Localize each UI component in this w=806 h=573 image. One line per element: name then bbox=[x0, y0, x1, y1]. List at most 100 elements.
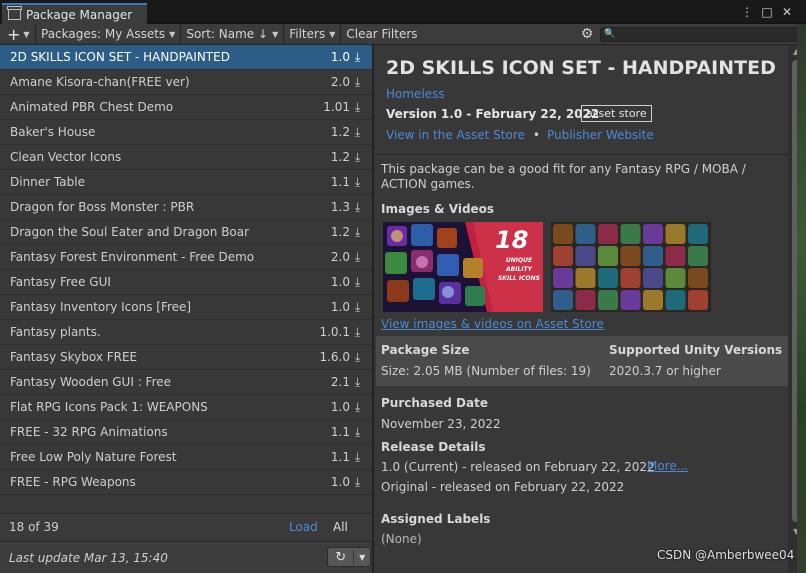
package-row[interactable]: Fantasy Inventory Icons [Free] 1.0 ⤓ bbox=[0, 295, 372, 320]
refresh-icon[interactable]: ↻ bbox=[328, 549, 355, 565]
package-row[interactable]: Fantasy Wooden GUI : Free 2.1 ⤓ bbox=[0, 370, 372, 395]
packages-dropdown[interactable]: Packages: My Assets ▼ bbox=[36, 24, 182, 44]
package-row[interactable]: Fantasy Forest Environment - Free Demo 2.… bbox=[0, 245, 372, 270]
package-row[interactable]: Fantasy Skybox FREE 1.6.0 ⤓ bbox=[0, 345, 372, 370]
package-row[interactable]: Dragon for Boss Monster : PBR 1.3 ⤓ bbox=[0, 195, 372, 220]
package-row[interactable]: Flat RPG Icons Pack 1: WEAPONS 1.0 ⤓ bbox=[0, 395, 372, 420]
detail-links: View in the Asset Store • Publisher Webs… bbox=[386, 128, 654, 142]
sort-dropdown[interactable]: Sort: Name ↓ ▼ bbox=[181, 24, 285, 44]
download-icon[interactable]: ⤓ bbox=[355, 350, 367, 365]
purchased-date-value: November 23, 2022 bbox=[381, 417, 501, 431]
load-button[interactable]: Load bbox=[289, 520, 318, 534]
download-icon[interactable]: ⤓ bbox=[355, 475, 367, 490]
package-list: 2D SKILLS ICON SET - HANDPAINTED 1.0 ⤓ Aman… bbox=[0, 45, 372, 495]
package-name: Fantasy Inventory Icons [Free] bbox=[10, 300, 192, 314]
package-name: Baker's House bbox=[10, 125, 96, 139]
window-title: Package Manager bbox=[26, 7, 133, 22]
package-row[interactable]: Free Low Poly Nature Forest 1.1 ⤓ bbox=[0, 445, 372, 470]
filters-dropdown[interactable]: Filters ▼ bbox=[284, 24, 342, 44]
skill-icon-tile bbox=[598, 290, 618, 310]
package-row[interactable]: Dragon the Soul Eater and Dragon Boar 1.2… bbox=[0, 220, 372, 245]
chevron-down-icon: ▼ bbox=[329, 29, 336, 39]
download-icon[interactable]: ⤓ bbox=[355, 200, 367, 215]
package-name: Fantasy Forest Environment - Free Demo bbox=[10, 250, 255, 264]
download-icon[interactable]: ⤓ bbox=[355, 450, 367, 465]
download-icon[interactable]: ⤓ bbox=[355, 175, 367, 190]
download-icon[interactable]: ⤓ bbox=[355, 400, 367, 415]
media-thumbnail-2[interactable] bbox=[551, 222, 711, 312]
download-icon[interactable]: ⤓ bbox=[355, 150, 367, 165]
last-update-text: Last update Mar 13, 15:40 bbox=[9, 551, 168, 565]
title-bar: Package Manager ⋮ □ ✕ bbox=[0, 0, 806, 24]
load-all-button[interactable]: All bbox=[333, 520, 348, 534]
download-icon[interactable]: ⤓ bbox=[355, 325, 367, 340]
purchased-date-heading: Purchased Date bbox=[381, 396, 488, 410]
skill-icon-tile bbox=[598, 246, 618, 266]
download-icon[interactable]: ⤓ bbox=[355, 375, 367, 390]
search-icon: 🔍 bbox=[604, 29, 616, 39]
asset-store-badge: asset store bbox=[581, 105, 652, 122]
refresh-button[interactable]: ↻ ▼ bbox=[327, 547, 371, 567]
package-row[interactable]: Fantasy plants. 1.0.1 ⤓ bbox=[0, 320, 372, 345]
gear-icon[interactable]: ⚙ bbox=[577, 24, 597, 44]
package-row[interactable]: 2D SKILLS ICON SET - HANDPAINTED 1.0 ⤓ bbox=[0, 45, 372, 70]
package-row[interactable]: Amane Kisora-chan(FREE ver) 2.0 ⤓ bbox=[0, 70, 372, 95]
status-bar: Last update Mar 13, 15:40 ↻ ▼ bbox=[0, 541, 372, 573]
package-version: 2.0 bbox=[330, 250, 350, 264]
skill-icon-tile bbox=[598, 268, 618, 288]
package-name: Amane Kisora-chan(FREE ver) bbox=[10, 75, 190, 89]
add-package-button[interactable]: + ▼ bbox=[0, 24, 36, 44]
package-row[interactable]: FREE - RPG Weapons 1.0 ⤓ bbox=[0, 470, 372, 495]
package-version: 1.2 bbox=[330, 125, 350, 139]
divider bbox=[376, 154, 788, 155]
publisher-website-link[interactable]: Publisher Website bbox=[547, 128, 654, 142]
download-icon[interactable]: ⤓ bbox=[355, 250, 367, 265]
download-icon[interactable]: ⤓ bbox=[355, 75, 367, 90]
package-version: 1.0 bbox=[330, 475, 350, 489]
package-name: Dinner Table bbox=[10, 175, 85, 189]
maximize-icon[interactable]: □ bbox=[760, 4, 774, 20]
release-current: 1.0 (Current) - released on February 22,… bbox=[381, 460, 655, 474]
download-icon[interactable]: ⤓ bbox=[355, 225, 367, 240]
package-row[interactable]: Baker's House 1.2 ⤓ bbox=[0, 120, 372, 145]
download-icon[interactable]: ⤓ bbox=[355, 300, 367, 315]
package-name: Fantasy plants. bbox=[10, 325, 101, 339]
search-input[interactable]: 🔍 bbox=[600, 26, 802, 42]
skill-icon-tile bbox=[575, 246, 596, 266]
package-version: 2.0 bbox=[330, 75, 350, 89]
skill-icon-tile bbox=[620, 246, 641, 266]
chevron-down-icon: ▼ bbox=[272, 29, 279, 39]
package-list-pane: 2D SKILLS ICON SET - HANDPAINTED 1.0 ⤓ Aman… bbox=[0, 45, 374, 573]
media-thumbnail-1[interactable]: 18 UNIQUE ABILITY SKILL ICONS bbox=[383, 222, 543, 312]
more-menu-icon[interactable]: ⋮ bbox=[740, 4, 754, 20]
package-size-value: Size: 2.05 MB (Number of files: 19) bbox=[381, 364, 591, 378]
package-row[interactable]: Dinner Table 1.1 ⤓ bbox=[0, 170, 372, 195]
package-description: This package can be a good fit for any F… bbox=[381, 162, 746, 191]
package-version: 1.0.1 bbox=[319, 325, 350, 339]
skill-icon-tile bbox=[575, 224, 596, 244]
download-icon[interactable]: ⤓ bbox=[355, 100, 367, 115]
release-more-link[interactable]: More... bbox=[647, 459, 688, 473]
package-info-box: Package Size Size: 2.05 MB (Number of fi… bbox=[376, 336, 788, 386]
download-icon[interactable]: ⤓ bbox=[355, 425, 367, 440]
package-name: Dragon the Soul Eater and Dragon Boar bbox=[10, 225, 250, 239]
close-icon[interactable]: ✕ bbox=[780, 4, 794, 20]
download-icon[interactable]: ⤓ bbox=[355, 275, 367, 290]
view-in-asset-store-link[interactable]: View in the Asset Store bbox=[386, 128, 525, 142]
package-row[interactable]: Clean Vector Icons 1.2 ⤓ bbox=[0, 145, 372, 170]
view-images-videos-link[interactable]: View images & videos on Asset Store bbox=[381, 317, 604, 331]
download-icon[interactable]: ⤓ bbox=[355, 50, 367, 65]
package-row[interactable]: FREE - 32 RPG Animations 1.1 ⤓ bbox=[0, 420, 372, 445]
clear-filters-button[interactable]: Clear Filters bbox=[341, 24, 422, 44]
package-row[interactable]: Fantasy Free GUI 1.0 ⤓ bbox=[0, 270, 372, 295]
chevron-down-icon: ▼ bbox=[23, 29, 30, 39]
package-name: Clean Vector Icons bbox=[10, 150, 122, 164]
download-icon[interactable]: ⤓ bbox=[355, 125, 367, 140]
window-tab[interactable]: Package Manager bbox=[2, 3, 147, 24]
package-version: 1.01 bbox=[323, 100, 350, 114]
skill-icon-tile bbox=[643, 290, 663, 310]
package-row[interactable]: Animated PBR Chest Demo 1.01 ⤓ bbox=[0, 95, 372, 120]
author-link[interactable]: Homeless bbox=[386, 87, 445, 101]
chevron-down-icon[interactable]: ▼ bbox=[354, 553, 370, 562]
skill-icon-tile bbox=[665, 246, 686, 266]
